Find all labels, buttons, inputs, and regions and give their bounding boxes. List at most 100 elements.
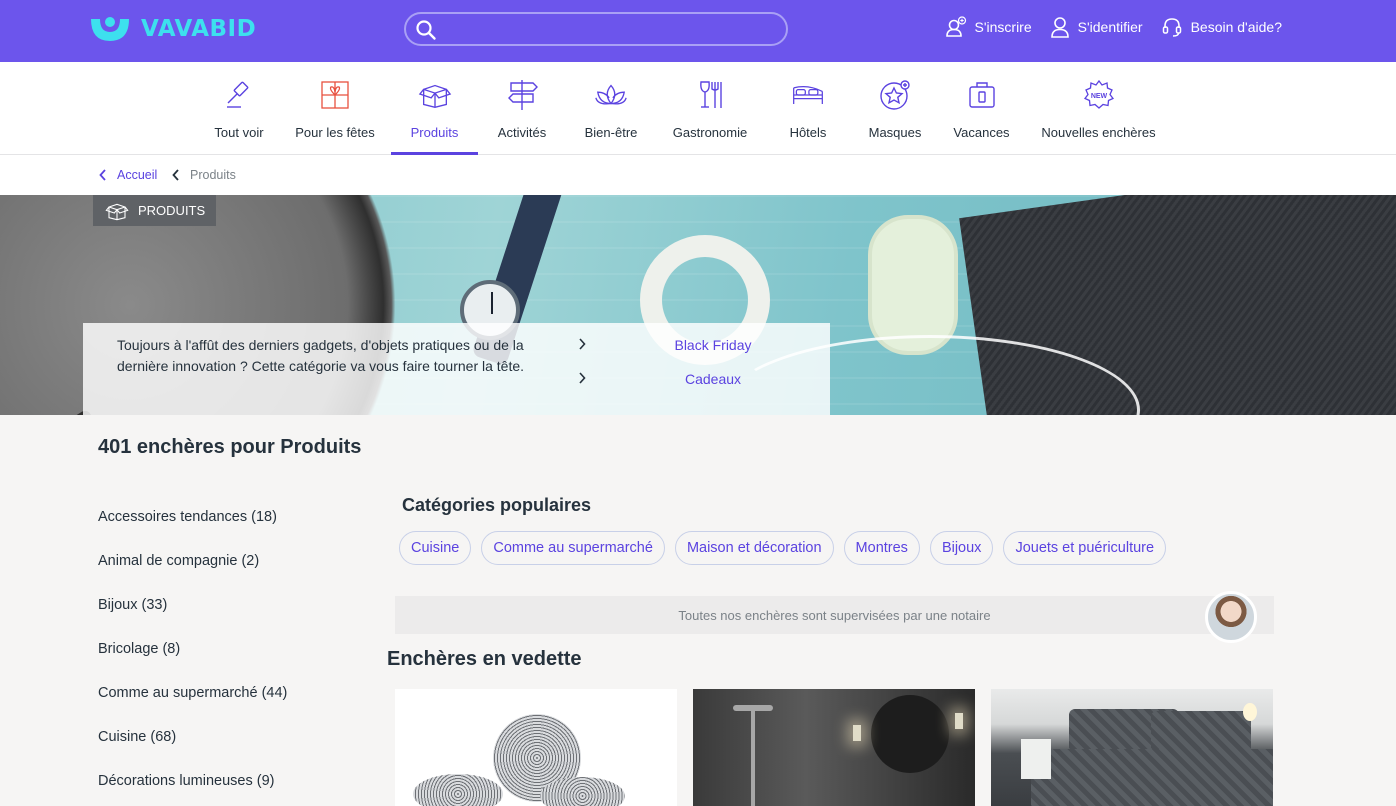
sidebar-item-bijoux[interactable]: Bijoux (33): [98, 597, 167, 613]
account-actions: S'inscrire S'identifier Besoin d'aide?: [945, 16, 1282, 38]
signup-label: S'inscrire: [974, 19, 1032, 35]
hero-info-panel: Toujours à l'affût des derniers gadgets,…: [83, 323, 830, 415]
shower-head-graphic: [733, 705, 773, 711]
sidebar-item-accessoires[interactable]: Accessoires tendances (18): [98, 509, 277, 525]
featured-auction-card[interactable]: [693, 689, 975, 806]
hero-category-badge: PRODUITS: [93, 195, 217, 226]
help-label: Besoin d'aide?: [1190, 19, 1282, 35]
shower-pipe-graphic: [751, 709, 755, 806]
nightstand-graphic: [1021, 739, 1051, 779]
sidebar-item-bricolage[interactable]: Bricolage (8): [98, 641, 180, 657]
signup-link[interactable]: S'inscrire: [945, 16, 1032, 38]
breadcrumb: Accueil Produits: [0, 155, 1396, 195]
pendant-lamp-graphic: [1243, 703, 1257, 721]
wine-cutlery-icon: [693, 78, 727, 112]
category-masques[interactable]: Masques: [868, 62, 922, 154]
search-input[interactable]: [404, 12, 788, 46]
category-activites[interactable]: Activités: [497, 62, 547, 154]
featured-auction-card[interactable]: [395, 689, 677, 806]
hero-link-black-friday[interactable]: Black Friday: [578, 337, 828, 353]
hero-link-label: Black Friday: [674, 337, 752, 353]
category-gastronomie[interactable]: Gastronomie: [673, 62, 747, 154]
category-hero-banner: PRODUITS Toujours à l'affût des derniers…: [0, 195, 1396, 415]
hero-headphone-cup-graphic: [868, 215, 958, 355]
featured-auctions-title: Enchères en vedette: [387, 648, 582, 670]
notary-text: Toutes nos enchères sont supervisées par…: [678, 607, 991, 623]
signpost-icon: [505, 78, 539, 112]
category-label: Bien-être: [584, 125, 638, 140]
plate-graphic: [413, 774, 503, 806]
logo-mark-icon: [91, 17, 129, 41]
chip-cuisine[interactable]: Cuisine: [399, 531, 472, 565]
headset-icon: [1162, 18, 1181, 37]
hero-description: Toujours à l'affût des derniers gadgets,…: [117, 337, 525, 374]
breadcrumb-home-label: Accueil: [117, 168, 158, 182]
star-badge-icon: [878, 78, 912, 112]
category-tout-voir[interactable]: Tout voir: [214, 62, 264, 154]
category-label: Produits: [410, 125, 459, 140]
chip-montres[interactable]: Montres: [843, 531, 920, 565]
category-label: Pour les fêtes: [295, 125, 375, 140]
gavel-icon: [222, 78, 256, 112]
help-link[interactable]: Besoin d'aide?: [1161, 16, 1282, 38]
wall-light-graphic: [853, 725, 861, 741]
category-nav: Tout voir Pour les fêtes Produits Activi…: [0, 62, 1396, 155]
category-label: Activités: [497, 125, 547, 140]
category-label: Masques: [868, 125, 922, 140]
sidebar-item-decorations[interactable]: Décorations lumineuses (9): [98, 773, 275, 789]
results-count-title: 401 enchères pour Produits: [98, 436, 362, 458]
chip-bijoux[interactable]: Bijoux: [929, 531, 994, 565]
category-bien-etre[interactable]: Bien-être: [584, 62, 638, 154]
popular-category-chips: Cuisine Comme au supermarché Maison et d…: [399, 531, 1167, 565]
user-plus-icon: [945, 16, 966, 37]
bedspread-graphic: [1031, 749, 1273, 806]
hero-link-cadeaux[interactable]: Cadeaux: [578, 371, 828, 387]
category-label: Vacances: [953, 125, 1010, 140]
suitcase-icon: [965, 78, 999, 112]
sidebar-item-supermarche[interactable]: Comme au supermarché (44): [98, 685, 287, 701]
sidebar-item-cuisine[interactable]: Cuisine (68): [98, 729, 176, 745]
category-nouvelles-encheres[interactable]: NEW Nouvelles enchères: [1041, 62, 1156, 154]
category-produits[interactable]: Produits: [391, 62, 478, 155]
mirror-graphic: [871, 695, 949, 773]
category-pour-les-fetes[interactable]: Pour les fêtes: [295, 62, 375, 154]
top-bar: VAVABID S'inscrire S'identifier Besoin d…: [0, 0, 1396, 62]
plate-graphic: [540, 777, 625, 806]
lotus-icon: [594, 78, 628, 112]
hero-link-label: Cadeaux: [684, 371, 742, 387]
chip-jouets[interactable]: Jouets et puériculture: [1003, 531, 1167, 565]
category-vacances[interactable]: Vacances: [953, 62, 1010, 154]
category-label: Gastronomie: [672, 125, 748, 140]
login-link[interactable]: S'identifier: [1050, 16, 1143, 38]
hero-badge-label: PRODUITS: [138, 203, 206, 218]
chip-maison-decoration[interactable]: Maison et décoration: [674, 531, 834, 565]
svg-text:NEW: NEW: [1090, 93, 1107, 100]
box-icon: [418, 78, 452, 112]
category-label: Tout voir: [214, 125, 264, 140]
chip-supermarche[interactable]: Comme au supermarché: [481, 531, 665, 565]
featured-auction-card[interactable]: [991, 689, 1273, 806]
new-badge-icon: NEW: [1082, 78, 1116, 112]
breadcrumb-current: Produits: [172, 168, 236, 182]
notary-avatar: [1205, 591, 1257, 643]
chevron-right-icon: [578, 337, 598, 353]
category-hotels[interactable]: Hôtels: [788, 62, 828, 154]
chevron-right-icon: [578, 371, 598, 387]
box-icon: [105, 203, 129, 220]
chevron-left-icon: [99, 169, 106, 181]
bed-icon: [791, 78, 825, 112]
search-icon: [416, 20, 436, 40]
brand-name: VAVABID: [141, 16, 257, 42]
wall-light-graphic: [955, 713, 963, 729]
breadcrumb-current-label: Produits: [190, 168, 236, 182]
category-label: Nouvelles enchères: [1041, 125, 1156, 140]
brand-logo[interactable]: VAVABID: [87, 13, 256, 45]
category-label: Hôtels: [789, 125, 827, 140]
notary-banner: Toutes nos enchères sont supervisées par…: [395, 596, 1274, 634]
chevron-left-icon: [172, 169, 179, 181]
popular-categories-title: Catégories populaires: [402, 495, 592, 515]
login-label: S'identifier: [1077, 19, 1143, 35]
sidebar-item-animal[interactable]: Animal de compagnie (2): [98, 553, 259, 569]
breadcrumb-home[interactable]: Accueil: [99, 168, 157, 182]
user-icon: [1050, 17, 1069, 38]
